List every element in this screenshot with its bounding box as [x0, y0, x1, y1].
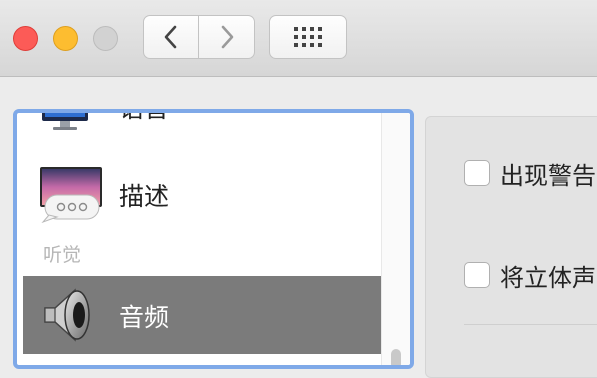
sidebar-item-audio[interactable]: 音频	[23, 276, 381, 354]
forward-button[interactable]	[199, 15, 255, 59]
back-button[interactable]	[143, 15, 199, 59]
monitor-icon	[42, 113, 88, 130]
section-header-hearing: 听觉	[43, 244, 82, 266]
speaker-icon	[44, 288, 90, 342]
sidebar-item-label: 语音	[119, 113, 169, 125]
audio-settings-panel: 出现警告 将立体声	[425, 116, 597, 378]
scrollbar-thumb[interactable]	[391, 349, 401, 365]
window-toolbar	[0, 0, 597, 77]
alert-flash-label: 出现警告	[500, 162, 596, 190]
zoom-button[interactable]	[93, 26, 118, 51]
sidebar-item-label: 音频	[119, 303, 170, 332]
sidebar-list: 语音 描述 听觉	[23, 113, 381, 365]
sidebar: 语音 描述 听觉	[13, 109, 414, 369]
chevron-left-icon	[164, 25, 177, 49]
close-button[interactable]	[13, 26, 38, 51]
grid-icon	[294, 27, 322, 47]
alert-flash-checkbox[interactable]	[464, 160, 490, 186]
chevron-right-icon	[221, 25, 233, 49]
description-speech-icon	[40, 167, 102, 223]
minimize-button[interactable]	[53, 26, 78, 51]
divider	[464, 324, 597, 325]
sidebar-item-description[interactable]: 描述	[23, 157, 381, 223]
sidebar-item-speech[interactable]: 语音	[23, 113, 381, 133]
stereo-mono-label: 将立体声	[500, 264, 596, 292]
stereo-mono-checkbox[interactable]	[464, 262, 490, 288]
sidebar-item-label: 描述	[119, 182, 170, 211]
sidebar-scrollbar[interactable]	[381, 113, 410, 365]
show-all-button[interactable]	[269, 15, 347, 59]
